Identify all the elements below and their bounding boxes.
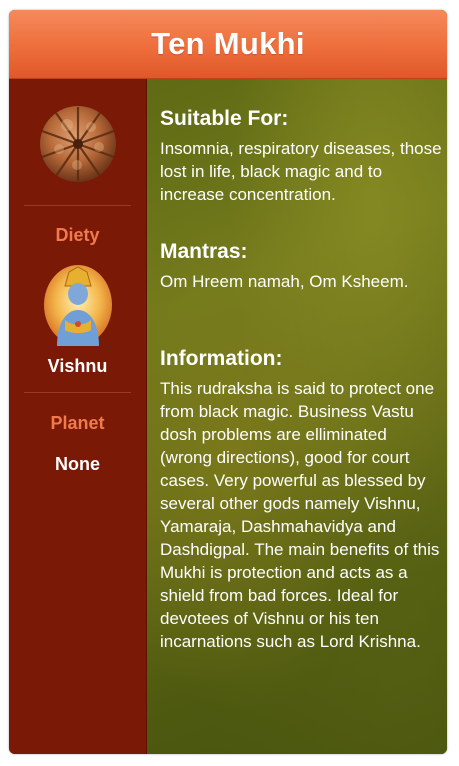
sidebar-divider <box>24 205 131 206</box>
sidebar: Diety Vishnu Planet None <box>9 79 147 754</box>
suitable-for-section: Suitable For: Insomnia, respiratory dise… <box>160 106 442 206</box>
information-heading: Information: <box>160 347 283 370</box>
sidebar-divider <box>24 392 131 393</box>
main-content: Suitable For: Insomnia, respiratory dise… <box>147 79 447 754</box>
planet-value: None <box>55 454 100 474</box>
mantras-text: Om Hreem namah, Om Ksheem. <box>160 272 409 291</box>
planet-label: Planet <box>50 413 105 433</box>
deity-name: Vishnu <box>47 356 108 376</box>
suitable-for-heading: Suitable For: <box>160 107 289 130</box>
page-title: Ten Mukhi <box>151 26 305 61</box>
information-section: Information: This rudraksha is said to p… <box>160 346 442 653</box>
header-bar: Ten Mukhi <box>9 10 447 79</box>
mantras-heading: Mantras: <box>160 240 248 263</box>
suitable-for-text: Insomnia, respiratory diseases, those lo… <box>160 139 442 204</box>
deity-label: Diety <box>55 225 100 245</box>
information-text: This rudraksha is said to protect one fr… <box>160 379 440 651</box>
rudraksha-bead-icon <box>40 106 116 182</box>
mantras-section: Mantras: Om Hreem namah, Om Ksheem. <box>160 239 442 293</box>
vishnu-portrait-image <box>44 265 112 346</box>
detail-card: Ten Mukhi Diety Vishnu Planet None Suita… <box>9 10 447 754</box>
